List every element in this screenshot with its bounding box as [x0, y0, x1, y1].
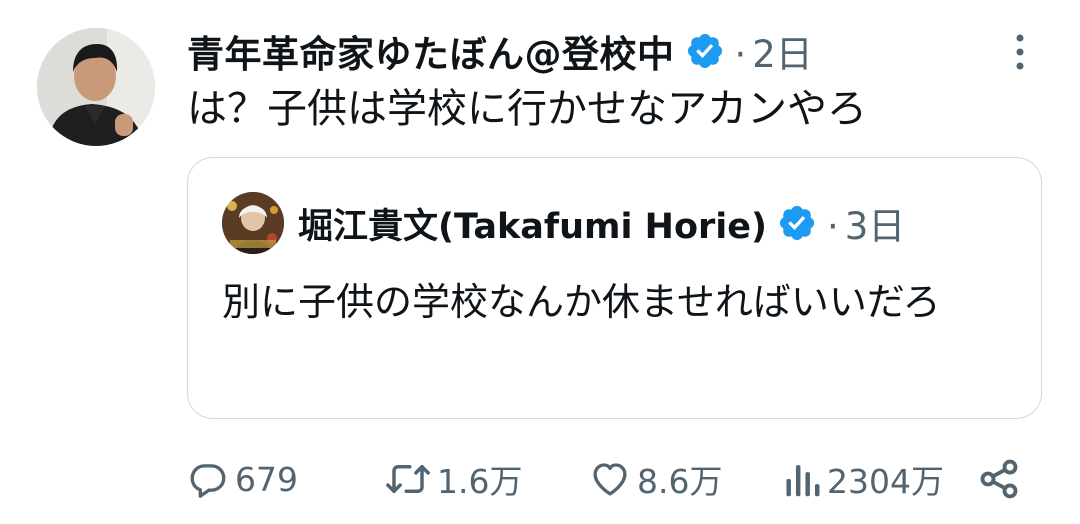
reply-icon	[190, 464, 226, 498]
avatar[interactable]	[37, 28, 155, 146]
quote-avatar	[222, 192, 284, 254]
share-icon	[980, 459, 1018, 499]
verified-badge-icon	[685, 31, 725, 71]
quote-text: 別に子供の学校なんか休ませればいいだろ	[222, 280, 941, 324]
quote-header: 堀江貴文(Takafumi Horie) · 3日	[298, 198, 905, 248]
like-count: 8.6万	[637, 462, 723, 501]
views-icon	[786, 465, 820, 497]
like-button[interactable]: 8.6万	[589, 455, 722, 503]
quote-display-name: 堀江貴文(Takafumi Horie)	[298, 206, 767, 247]
retweet-button[interactable]: 1.6万	[385, 455, 522, 503]
tweet[interactable]: 青年革命家ゆたぼん@登校中 · 2日 は？子供は学校に行かせなアカンやろ 堀江貴…	[0, 0, 1080, 524]
views-count: 2304万	[827, 462, 944, 501]
retweet-count: 1.6万	[437, 462, 523, 501]
tweet-text: は？子供は学校に行かせなアカンやろ	[187, 86, 867, 132]
action-bar: 679 1.6万 8.6万 2304万	[187, 455, 1047, 503]
display-name[interactable]: 青年革命家ゆたぼん@登校中	[187, 24, 675, 78]
tweet-header: 青年革命家ゆたぼん@登校中 · 2日	[187, 26, 813, 76]
reply-count: 679	[235, 459, 298, 499]
quote-timestamp: · 3日	[827, 205, 906, 248]
more-icon[interactable]	[1008, 32, 1032, 72]
retweet-icon	[386, 465, 430, 493]
views-button[interactable]: 2304万	[783, 455, 944, 503]
reply-button[interactable]: 679	[187, 455, 298, 503]
share-button[interactable]	[977, 455, 1021, 503]
timestamp[interactable]: · 2日	[735, 24, 813, 78]
quote-tweet[interactable]: 堀江貴文(Takafumi Horie) · 3日 別に子供の学校なんか休ませれば…	[187, 157, 1042, 419]
like-icon	[593, 463, 627, 496]
verified-badge-icon	[777, 203, 817, 243]
